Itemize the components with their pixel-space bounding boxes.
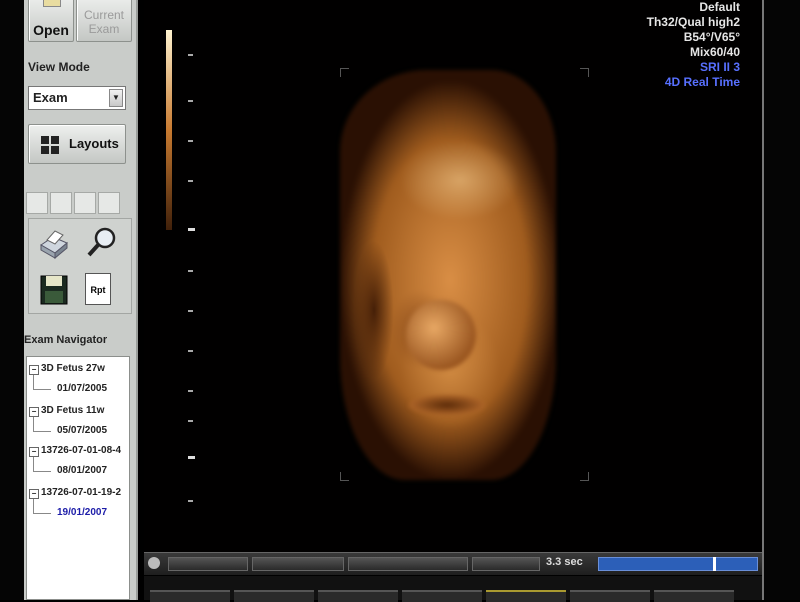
cine-progress-slider[interactable] [598,557,758,571]
chevron-down-icon[interactable]: ▼ [109,89,123,107]
layouts-button[interactable]: Layouts [28,124,126,164]
info-sri: SRI II 3 [699,60,740,74]
tools-panel: Rpt [28,218,132,314]
layouts-button-label: Layouts [69,136,119,151]
thumbnail[interactable] [402,590,482,602]
right-edge-strip [762,0,800,600]
save-icon[interactable] [37,273,71,307]
cine-time-label: 3.3 sec [546,556,583,568]
print-icon[interactable] [37,227,71,261]
exam-date[interactable]: 08/01/2007 [57,465,107,476]
report-icon-text: Rpt [90,285,106,295]
collapse-icon[interactable]: − [29,489,39,499]
exam-date[interactable]: 01/07/2005 [57,383,107,394]
view-mode-title: View Mode [28,60,90,74]
thumbnail[interactable] [318,590,398,602]
exam-date[interactable]: 05/07/2005 [57,425,107,436]
info-angles: B54°/V65° [683,30,740,44]
collapse-icon[interactable]: − [29,365,39,375]
current-exam-label-line1: Current [83,8,124,22]
tree-item[interactable]: − 3D Fetus 27w 01/07/2005 [27,363,131,399]
cine-playback-bar: 3.3 sec [144,552,762,575]
thumbnail[interactable] [150,590,230,602]
thumbnail[interactable] [654,590,734,602]
exam-date-selected[interactable]: 19/01/2007 [57,507,107,518]
magnifier-icon[interactable] [85,225,119,259]
open-button[interactable]: Open [28,0,74,42]
sidebar: Open Current Exam View Mode Exam ▼ Layou… [24,0,138,600]
exam-navigator-tree: − 3D Fetus 27w 01/07/2005 − 3D Fetus 11w… [26,356,130,600]
exam-name: 13726-07-01-08-4 [41,445,122,456]
image-settings-info: Default Th32/Qual high2 B54°/V65° Mix60/… [647,0,740,90]
tree-item[interactable]: − 13726-07-01-08-4 08/01/2007 [27,445,131,481]
info-mode: 4D Real Time [664,75,740,89]
blank-tab-row [26,192,128,214]
layout-grid-icon [41,136,59,154]
info-mix: Mix60/40 [689,45,740,59]
blank-tab[interactable] [74,192,96,214]
blank-tab[interactable] [50,192,72,214]
play-icon[interactable] [148,557,160,569]
view-mode-select[interactable]: Exam ▼ [28,86,126,110]
folder-icon [43,0,61,7]
exam-navigator-title: Exam Navigator [24,334,108,346]
info-preset: Default [699,0,740,14]
current-exam-button[interactable]: Current Exam [76,0,132,42]
collapse-icon[interactable]: − [29,407,39,417]
tree-item[interactable]: − 3D Fetus 11w 05/07/2005 [27,405,131,441]
left-edge-strip [0,0,24,600]
ultrasound-viewport[interactable]: Default Th32/Qual high2 B54°/V65° Mix60/… [144,0,762,552]
thumbnail[interactable] [570,590,650,602]
exam-name: 3D Fetus 27w [41,363,105,374]
current-exam-label-line2: Exam [88,22,120,36]
thumbnail[interactable] [486,590,566,602]
exam-name: 13726-07-01-19-2 [41,487,122,498]
tree-item[interactable]: − 13726-07-01-19-2 19/01/2007 [27,487,131,523]
view-mode-value: Exam [33,90,68,105]
blank-tab[interactable] [98,192,120,214]
exam-name: 3D Fetus 11w [41,405,105,416]
report-icon[interactable]: Rpt [85,273,111,305]
thumbnail[interactable] [234,590,314,602]
open-button-label: Open [33,22,69,38]
gray-scale-bar [166,30,172,230]
blank-tab[interactable] [26,192,48,214]
cine-slider-knob[interactable] [712,557,716,571]
thumbnail-strip [144,576,762,602]
collapse-icon[interactable]: − [29,447,39,457]
info-quality: Th32/Qual high2 [646,15,740,29]
